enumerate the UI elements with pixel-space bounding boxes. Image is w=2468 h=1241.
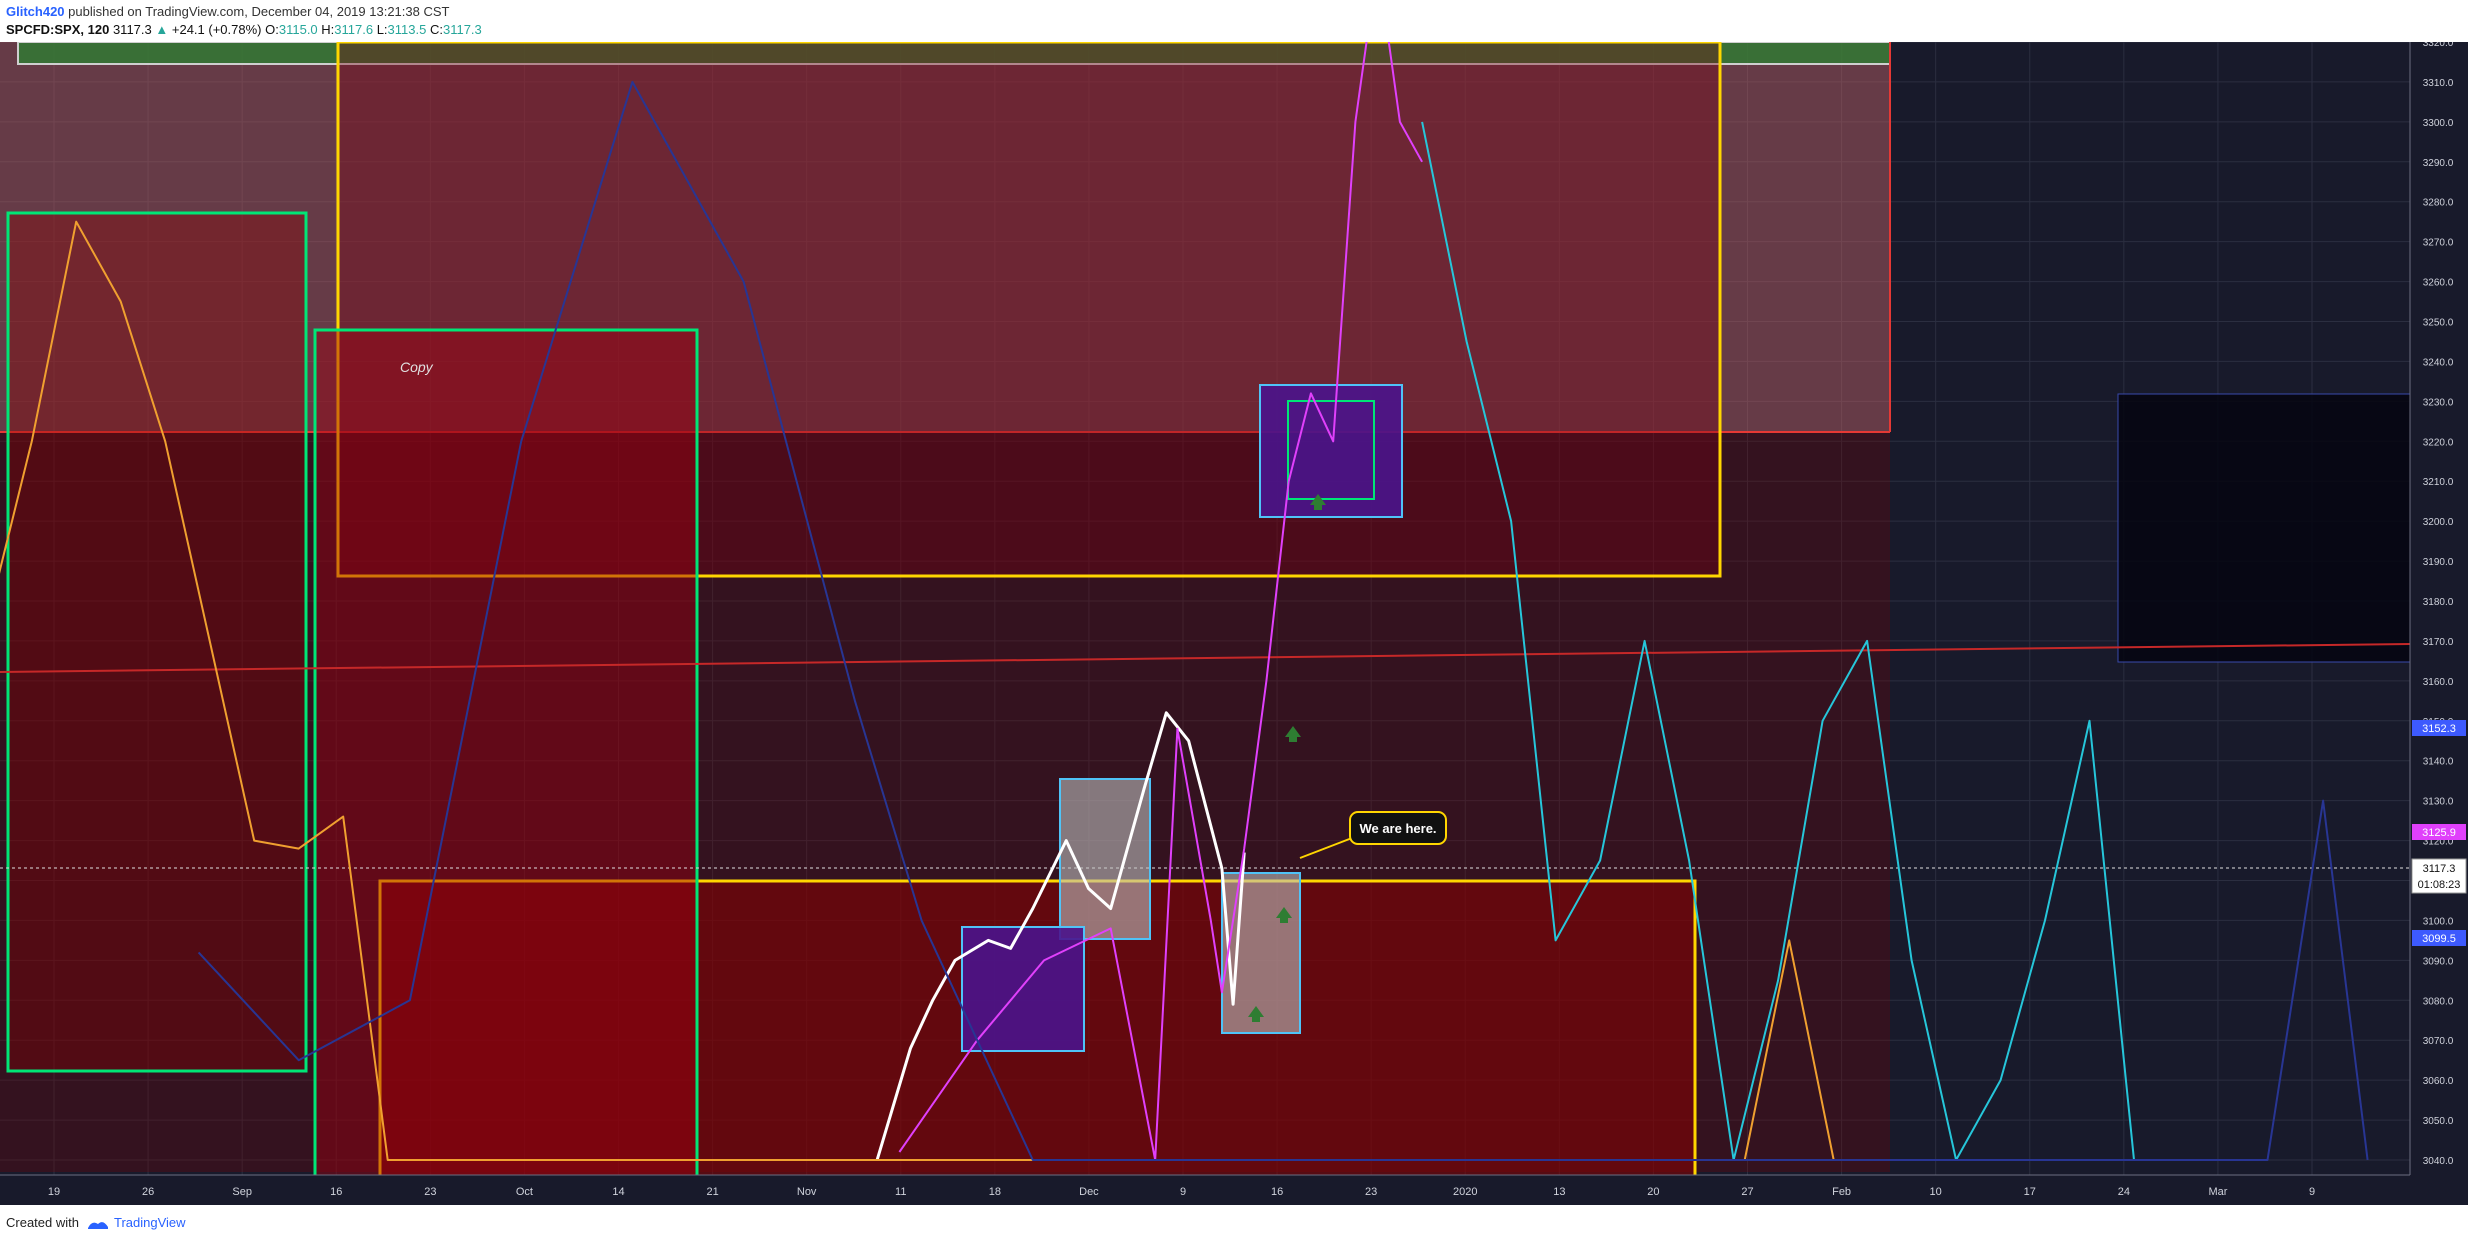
y-tick-label: 3230.0: [2423, 397, 2454, 408]
x-tick-label: 19: [48, 1186, 60, 1198]
created-with: Created with TradingView: [6, 1215, 186, 1230]
time-axis[interactable]: [0, 1175, 2468, 1205]
price-badge-magenta-text: 3125.9: [2422, 827, 2456, 839]
y-tick-label: 3050.0: [2423, 1116, 2454, 1127]
publish-info: Glitch420 published on TradingView.com, …: [6, 4, 449, 19]
open-value: 3115.0: [278, 22, 318, 37]
x-tick-label: Mar: [2208, 1186, 2227, 1198]
callout-text: We are here.: [1359, 821, 1436, 836]
y-tick-label: 3310.0: [2423, 78, 2454, 89]
low-label: L:: [376, 22, 388, 37]
publish-date: published on TradingView.com, December 0…: [64, 4, 450, 19]
close-label: C:: [429, 22, 443, 37]
chart-header: Glitch420 published on TradingView.com, …: [0, 0, 2468, 42]
x-tick-label: 10: [1930, 1186, 1942, 1198]
copy-note: Copy: [400, 359, 434, 375]
y-tick-label: 3070.0: [2423, 1036, 2454, 1047]
y-tick-label: 3190.0: [2423, 557, 2454, 568]
price-change: +24.1 (+0.78%): [171, 22, 262, 37]
y-tick-label: 3040.0: [2423, 1156, 2454, 1167]
up-arrow-icon: ▲: [155, 22, 169, 37]
x-tick-label: 9: [2309, 1186, 2315, 1198]
y-tick-label: 3280.0: [2423, 198, 2454, 209]
x-tick-label: Dec: [1079, 1186, 1099, 1198]
price-badge-lower-text: 3099.5: [2422, 933, 2456, 945]
x-tick-label: 27: [1741, 1186, 1753, 1198]
price-badge-upper-text: 3152.3: [2422, 723, 2456, 735]
high-value: 3117.6: [334, 22, 374, 37]
y-tick-label: 3220.0: [2423, 437, 2454, 448]
y-tick-label: 3260.0: [2423, 278, 2454, 289]
x-tick-label: 11: [895, 1186, 906, 1198]
y-tick-label: 3240.0: [2423, 357, 2454, 368]
green-box-middle: [313, 328, 699, 1192]
y-tick-label: 3170.0: [2423, 637, 2454, 648]
low-value: 3113.5: [387, 22, 427, 37]
x-tick-label: 17: [2024, 1186, 2036, 1198]
x-tick-label: 16: [330, 1186, 342, 1198]
current-price-text: 3117.3: [2423, 863, 2456, 875]
x-tick-label: 14: [612, 1186, 624, 1198]
y-tick-label: 3250.0: [2423, 318, 2454, 329]
x-tick-label: Nov: [797, 1186, 817, 1198]
x-tick-label: 18: [989, 1186, 1001, 1198]
y-tick-label: 3060.0: [2423, 1076, 2454, 1087]
y-tick-label: 3290.0: [2423, 158, 2454, 169]
grey-box-dec: [1221, 872, 1301, 1034]
price-chart[interactable]: Copy We are here. 3040.0 3050.0 3060.0 3070…: [0, 42, 2468, 1205]
x-tick-label: 9: [1180, 1186, 1186, 1198]
y-tick-label: 3270.0: [2423, 238, 2454, 249]
ohlc-legend: SPCFD:SPX, 120 3117.3 ▲ +24.1 (+0.78%) O…: [6, 22, 482, 37]
x-tick-label: 2020: [1453, 1186, 1477, 1198]
x-tick-label: 13: [1553, 1186, 1565, 1198]
chart-footer: Created with TradingView: [0, 1205, 2468, 1241]
y-tick-label: 3130.0: [2423, 797, 2454, 808]
tradingview-logo-icon: [87, 1221, 108, 1229]
last-price: 3117.3: [112, 22, 152, 37]
x-tick-label: 26: [142, 1186, 154, 1198]
x-tick-label: 24: [2118, 1186, 2130, 1198]
y-tick-label: 3160.0: [2423, 677, 2454, 688]
tradingview-link[interactable]: TradingView: [114, 1215, 186, 1230]
high-label: H:: [321, 22, 335, 37]
purple-box-dec: [1259, 384, 1403, 518]
y-tick-label: 3200.0: [2423, 517, 2454, 528]
y-tick-label: 3140.0: [2423, 757, 2454, 768]
x-tick-label: Feb: [1832, 1186, 1851, 1198]
close-value: 3117.3: [442, 22, 482, 37]
x-tick-label: 16: [1271, 1186, 1283, 1198]
y-tick-label: 3080.0: [2423, 996, 2454, 1007]
y-tick-label: 3320.0: [2423, 42, 2454, 49]
y-tick-label: 3210.0: [2423, 477, 2454, 488]
y-tick-label: 3300.0: [2423, 118, 2454, 129]
x-tick-label: Oct: [516, 1186, 533, 1198]
symbol-label: SPCFD:SPX, 120: [6, 22, 110, 37]
x-tick-label: Sep: [232, 1186, 252, 1198]
x-tick-label: 23: [1365, 1186, 1377, 1198]
x-tick-label: 23: [424, 1186, 436, 1198]
dark-box-right: [2117, 393, 2411, 663]
x-tick-label: 20: [1647, 1186, 1659, 1198]
y-tick-label: 3180.0: [2423, 597, 2454, 608]
open-label: O:: [265, 22, 279, 37]
y-tick-label: 3100.0: [2423, 916, 2454, 927]
author-link[interactable]: Glitch420: [6, 4, 65, 19]
countdown-text: 01:08:23: [2418, 879, 2461, 891]
x-tick-label: 21: [706, 1186, 718, 1198]
y-tick-label: 3090.0: [2423, 956, 2454, 967]
created-with-label: Created with: [6, 1215, 79, 1230]
